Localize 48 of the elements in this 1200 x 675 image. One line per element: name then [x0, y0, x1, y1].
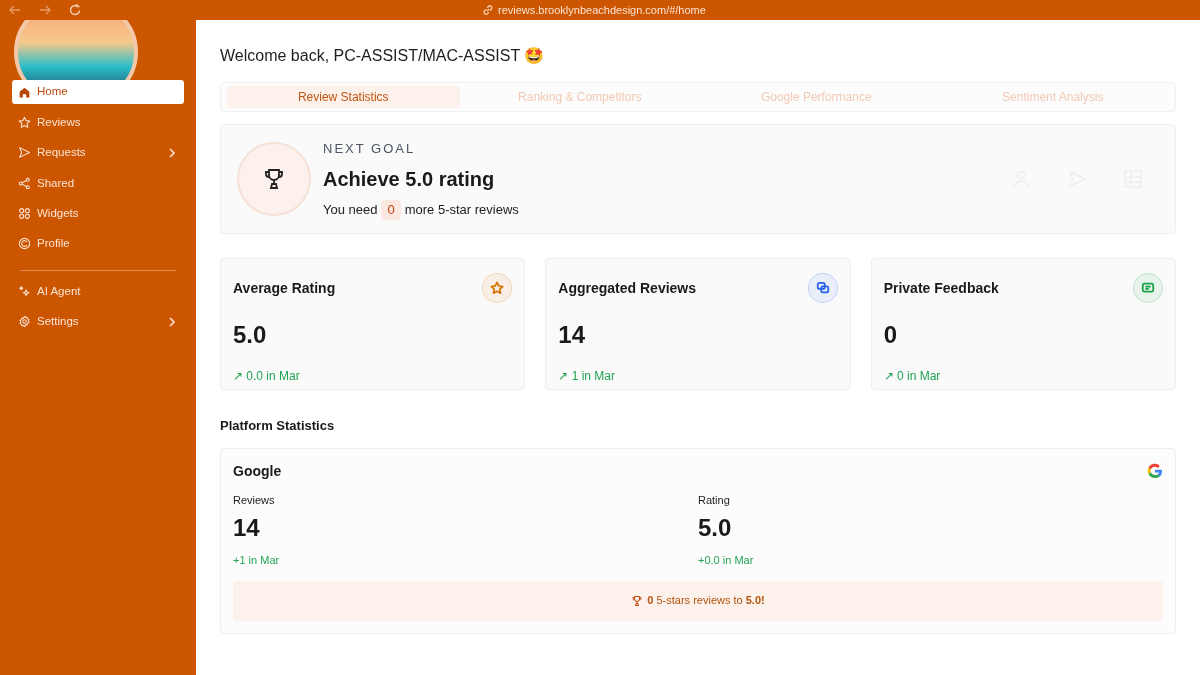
sidebar-item[interactable]: Requests: [12, 140, 184, 165]
google-logo-icon: [1147, 463, 1163, 479]
send-icon: [18, 146, 31, 160]
metric-value: 14: [233, 513, 260, 543]
circles-icon: [18, 207, 31, 221]
stat-title: Private Feedback: [883, 278, 999, 298]
goal-text: more 5-star reviews: [404, 201, 519, 219]
goal-text: You need: [323, 201, 378, 219]
stat-title: Aggregated Reviews: [558, 278, 697, 298]
metric-label: Reviews: [233, 492, 275, 508]
platform-name: Google: [233, 461, 282, 481]
sidebar-item[interactable]: Profile: [12, 231, 184, 256]
change-text: +1 in Mar: [233, 553, 280, 568]
star-icon: [18, 115, 31, 129]
sidebar-item[interactable]: AI Agent: [12, 279, 184, 304]
home-icon: [18, 85, 31, 99]
banner-text: 0 5-stars reviews to 5.0!: [647, 593, 765, 609]
sidebar-item[interactable]: Widgets: [12, 201, 184, 226]
reload-icon[interactable]: [68, 3, 82, 17]
goal-label: NEXT GOAL: [323, 139, 417, 158]
stat-value: 0: [883, 320, 897, 350]
trend-text: ↗ 0.0 in Mar: [233, 368, 300, 385]
back-icon[interactable]: [8, 3, 22, 17]
goal-title: Achieve 5.0 rating: [323, 167, 496, 192]
trophy-icon: [262, 167, 286, 191]
stat-value: 14: [558, 320, 586, 350]
stat-value: 5.0: [233, 320, 267, 350]
stat-title: Average Rating: [233, 278, 336, 298]
trend-text: ↗ 1 in Mar: [558, 368, 615, 385]
share-icon: [18, 176, 31, 190]
sidebar-item[interactable]: Settings: [12, 309, 184, 334]
settings-icon: [18, 315, 31, 329]
sidebar-item[interactable]: Home: [12, 80, 184, 104]
trophy-icon: [631, 594, 644, 607]
url-text[interactable]: reviews.brooklynbeachdesign.com/#/home: [498, 1, 706, 19]
forward-icon[interactable]: [38, 3, 52, 17]
metric-label: Rating: [698, 492, 730, 508]
welcome-heading: Welcome back, PC-ASSIST/MAC-ASSIST 🤩: [220, 46, 545, 66]
goal-count: 0: [381, 200, 401, 220]
sidebar-item[interactable]: Reviews: [12, 110, 184, 135]
sidebar-item[interactable]: Shared: [12, 171, 184, 196]
change-text: +0.0 in Mar: [698, 553, 754, 568]
tab[interactable]: Review Statistics: [227, 86, 460, 108]
trend-text: ↗ 0 in Mar: [883, 368, 941, 385]
link-icon: [482, 4, 494, 16]
sparkle-icon: [18, 284, 31, 298]
section-heading: Platform Statistics: [220, 417, 335, 435]
metric-value: 5.0: [698, 513, 732, 543]
